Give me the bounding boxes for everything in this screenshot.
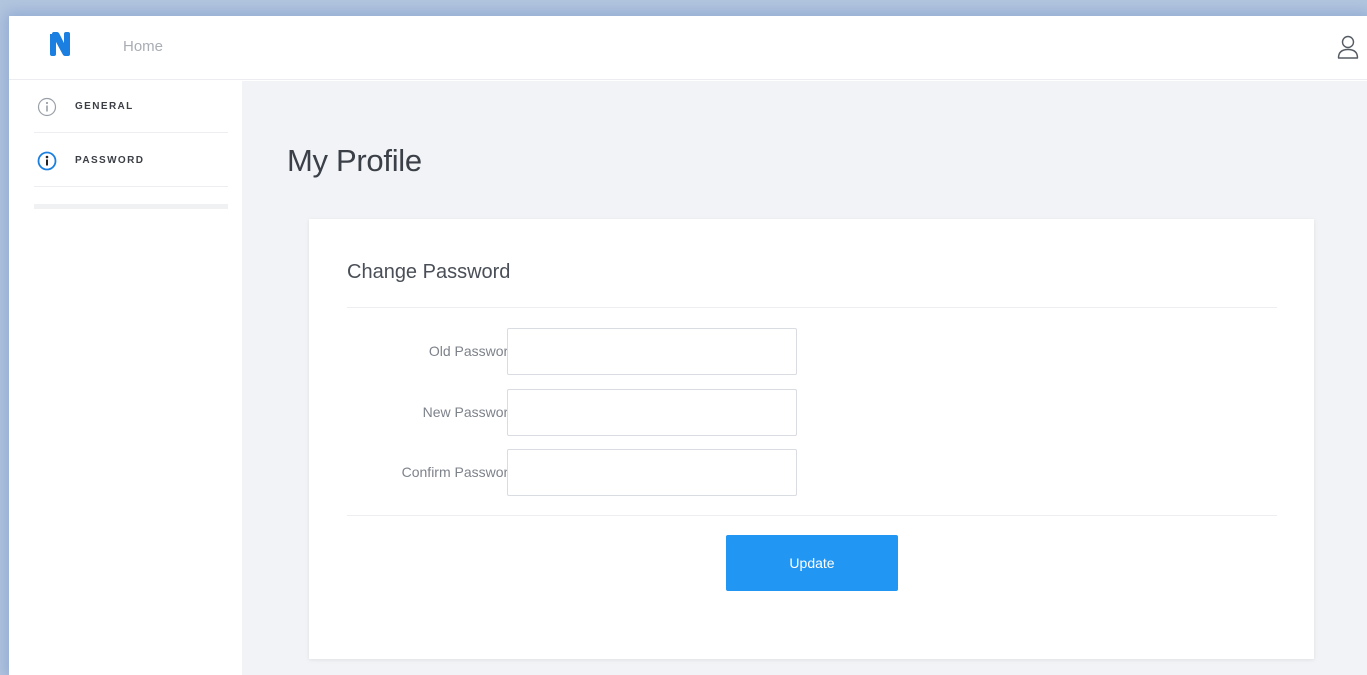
divider	[347, 307, 1277, 308]
sidebar-item-label: GENERAL	[75, 101, 134, 112]
sidebar-item-label: PASSWORD	[75, 155, 145, 166]
sidebar-item-password[interactable]: PASSWORD	[34, 135, 228, 187]
confirm-password-label: Confirm Password	[401, 464, 516, 480]
top-bar: Home	[9, 16, 1367, 80]
sidebar-item-general[interactable]: GENERAL	[34, 81, 228, 133]
home-link[interactable]: Home	[123, 38, 163, 55]
new-password-row: New Password	[347, 389, 807, 436]
n-logo-icon[interactable]	[50, 32, 70, 56]
new-password-label: New Password	[422, 404, 516, 420]
confirm-password-row: Confirm Password	[347, 449, 807, 496]
old-password-label: Old Password	[428, 343, 516, 359]
app-window: Home GENERAL PASSWORD My Profile Change …	[9, 16, 1367, 675]
divider	[347, 515, 1277, 516]
new-password-field[interactable]	[507, 389, 797, 436]
old-password-field[interactable]	[507, 328, 797, 375]
change-password-card: Change Password Old Password New Passwor…	[309, 219, 1314, 659]
confirm-password-field[interactable]	[507, 449, 797, 496]
info-icon	[37, 97, 57, 116]
info-icon	[37, 151, 57, 170]
old-password-row: Old Password	[347, 328, 807, 375]
update-button[interactable]: Update	[726, 535, 898, 591]
card-title: Change Password	[347, 261, 511, 283]
sidebar: GENERAL PASSWORD	[9, 81, 242, 675]
sidebar-divider	[34, 204, 228, 209]
page-title: My Profile	[287, 143, 422, 178]
main-content: My Profile Change Password Old Password …	[242, 81, 1367, 675]
user-icon[interactable]	[1335, 34, 1361, 60]
